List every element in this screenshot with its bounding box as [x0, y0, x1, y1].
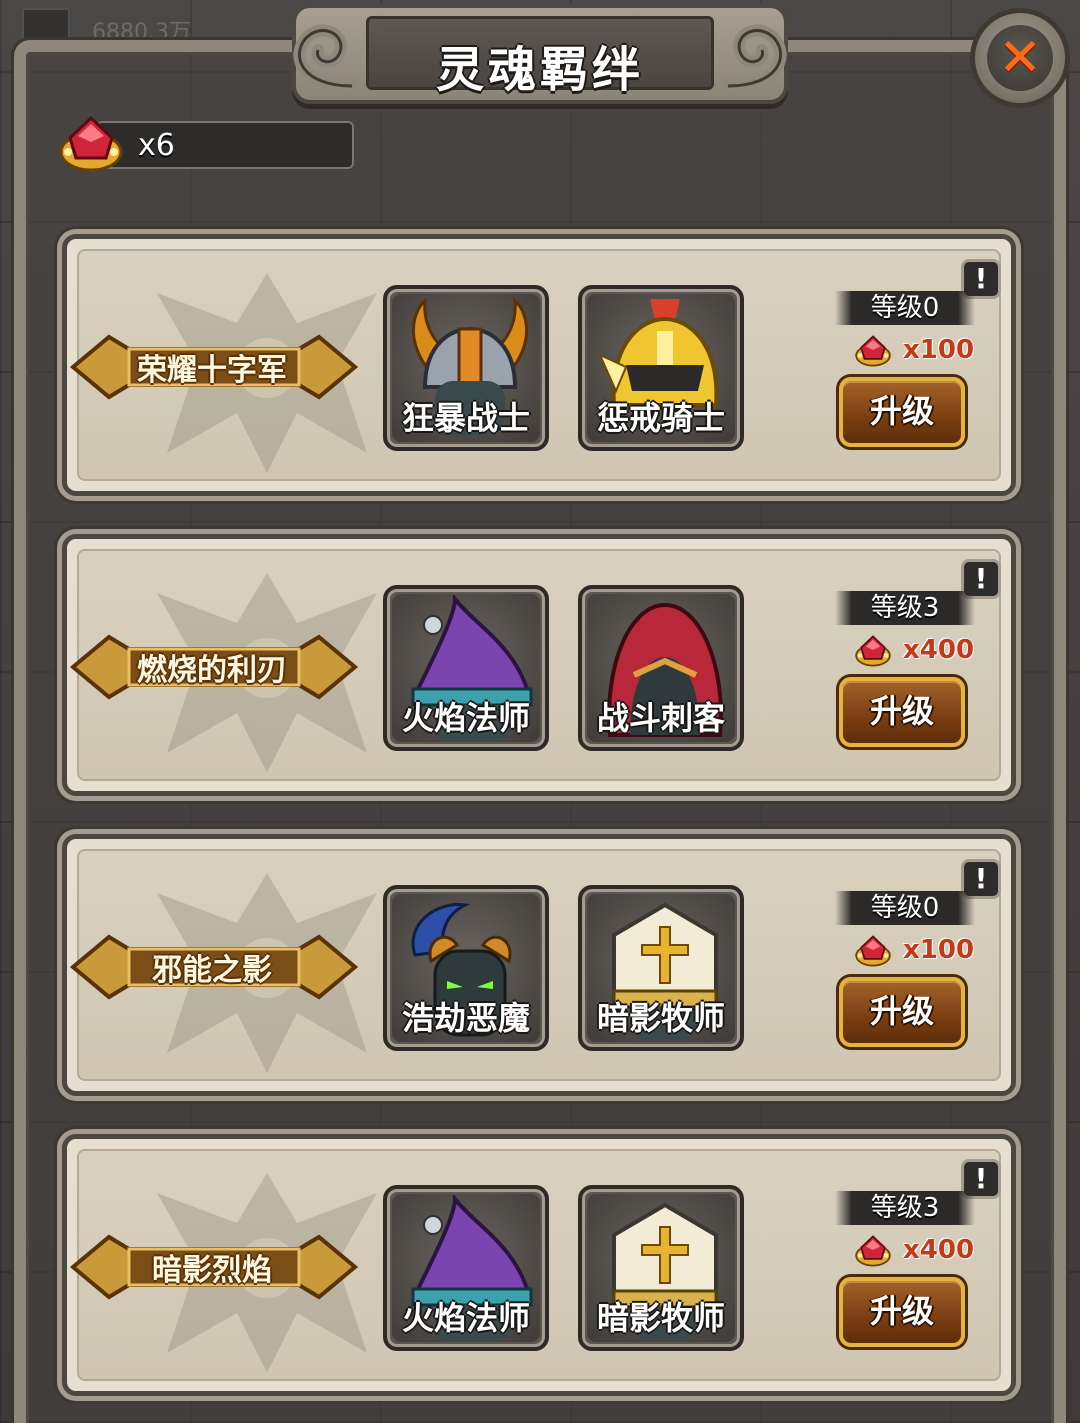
upgrade-cost: x400: [853, 631, 983, 671]
cost-amount: x100: [903, 335, 975, 365]
hero-portrait[interactable]: 狂暴战士: [383, 285, 549, 451]
bond-name: 邪能之影: [152, 953, 272, 988]
page-title: 灵魂羁绊: [435, 42, 644, 98]
upgrade-cost: x400: [853, 1231, 983, 1271]
hero-name: 火焰法师: [401, 699, 530, 737]
cost-amount: x400: [903, 1235, 975, 1265]
hero-portrait[interactable]: 暗影牧师: [578, 885, 744, 1051]
cost-amount: x100: [903, 935, 975, 965]
bond-level: 等级3: [835, 1191, 975, 1225]
bond-card: 邪能之影 浩劫恶魔 暗影牧师 ! 等级0 x100 升级: [62, 834, 1016, 1096]
upgrade-button[interactable]: 升级: [839, 977, 965, 1047]
hero-name: 战斗刺客: [596, 699, 725, 737]
soul-gem-icon: [853, 333, 893, 369]
soul-gem-icon: [853, 1233, 893, 1269]
title-plate: 灵魂羁绊: [292, 4, 788, 104]
hero-portrait[interactable]: 战斗刺客: [578, 585, 744, 751]
cost-amount: x400: [903, 635, 975, 665]
hero-name: 狂暴战士: [401, 399, 530, 437]
hero-name: 浩劫恶魔: [401, 999, 530, 1037]
bond-level: 等级0: [835, 891, 975, 925]
upgrade-button[interactable]: 升级: [839, 1277, 965, 1347]
bond-level: 等级0: [835, 291, 975, 325]
hero-portrait[interactable]: 火焰法师: [383, 585, 549, 751]
bond-card: 荣耀十字军 狂暴战士 惩戒骑士 ! 等级0 x100 升级: [62, 234, 1016, 496]
gem-count: x6: [138, 128, 175, 163]
hero-name: 暗影牧师: [596, 999, 725, 1037]
soul-gem-icon: [56, 112, 126, 176]
bond-level: 等级3: [835, 591, 975, 625]
upgrade-button[interactable]: 升级: [839, 377, 965, 447]
hero-name: 火焰法师: [401, 1299, 530, 1337]
close-button[interactable]: ✕: [970, 8, 1070, 108]
upgrade-cost: x100: [853, 331, 983, 371]
bond-name: 燃烧的利刃: [137, 653, 287, 688]
bond-card: 燃烧的利刃 火焰法师 战斗刺客 ! 等级3 x400 升级: [62, 534, 1016, 796]
bond-name: 暗影烈焰: [152, 1253, 272, 1288]
bond-name: 荣耀十字军: [137, 353, 287, 388]
hero-name: 惩戒骑士: [596, 399, 725, 437]
upgrade-cost: x100: [853, 931, 983, 971]
gem-counter: x6: [56, 118, 354, 170]
hero-portrait[interactable]: 惩戒骑士: [578, 285, 744, 451]
hero-portrait[interactable]: 暗影牧师: [578, 1185, 744, 1351]
hero-portrait[interactable]: 火焰法师: [383, 1185, 549, 1351]
upgrade-button[interactable]: 升级: [839, 677, 965, 747]
close-icon: ✕: [987, 25, 1053, 91]
bond-card: 暗影烈焰 火焰法师 暗影牧师 ! 等级3 x400 升级: [62, 1134, 1016, 1396]
hero-portrait[interactable]: 浩劫恶魔: [383, 885, 549, 1051]
hero-name: 暗影牧师: [596, 1299, 725, 1337]
soul-gem-icon: [853, 933, 893, 969]
soul-gem-icon: [853, 633, 893, 669]
